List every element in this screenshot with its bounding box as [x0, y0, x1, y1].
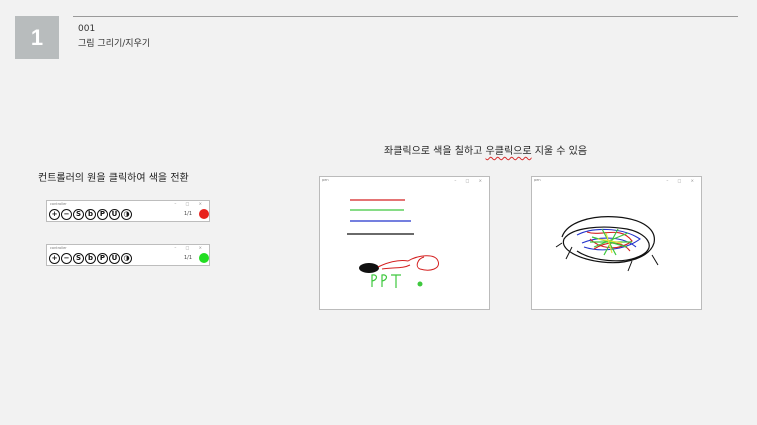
caption-controller: 컨트롤러의 원을 클릭하여 색을 전환 — [38, 173, 189, 184]
page-indicator: 1/1 — [184, 211, 193, 217]
back-icon[interactable]: b — [85, 253, 96, 264]
window-title: controller — [50, 246, 67, 250]
controller-window-red: controller – □ × + − S b P U ◑ 1/1 — [46, 200, 210, 222]
green-ppt-text — [371, 274, 401, 288]
page-indicator: 1/1 — [184, 255, 193, 261]
pen-icon[interactable]: P — [97, 209, 108, 220]
plus-icon[interactable]: + — [49, 253, 60, 264]
black-blob — [359, 263, 379, 273]
save-icon[interactable]: S — [73, 253, 84, 264]
slide-code: 001 — [78, 24, 96, 34]
titlebar: controller – □ × — [47, 245, 209, 251]
undo-icon[interactable]: U — [109, 209, 120, 220]
drawing-canvas[interactable] — [320, 177, 489, 309]
green-dot — [417, 281, 423, 287]
window-controls[interactable]: – □ × — [174, 201, 206, 207]
caption-left-right-click: 좌클릭으로 색을 칠하고 우클릭으로 지울 수 있음 — [384, 142, 587, 157]
scribble-canvas[interactable] — [532, 177, 701, 309]
titlebar: controller – □ × — [47, 201, 209, 207]
minus-icon[interactable]: − — [61, 209, 72, 220]
header-divider — [73, 16, 738, 17]
plus-icon[interactable]: + — [49, 209, 60, 220]
eraser-icon[interactable]: ◑ — [121, 209, 132, 220]
window-title: controller — [50, 202, 67, 206]
red-scribble — [377, 255, 439, 271]
minus-icon[interactable]: − — [61, 253, 72, 264]
back-icon[interactable]: b — [85, 209, 96, 220]
caption-part-1: 좌클릭으로 색을 칠하고 — [384, 146, 486, 157]
controller-buttons: + − S b P U ◑ — [49, 253, 132, 264]
caption-part-3: 지울 수 있음 — [531, 146, 588, 157]
color-toggle-circle[interactable] — [199, 253, 209, 263]
color-toggle-circle[interactable] — [199, 209, 209, 219]
canvas-window-drawing: pen – □ × — [319, 176, 490, 310]
eraser-icon[interactable]: ◑ — [121, 253, 132, 264]
controller-buttons: + − S b P U ◑ — [49, 209, 132, 220]
slide-subtitle: 그림 그리기/지우기 — [78, 39, 151, 49]
undo-icon[interactable]: U — [109, 253, 120, 264]
window-controls[interactable]: – □ × — [174, 245, 206, 251]
save-icon[interactable]: S — [73, 209, 84, 220]
slide-number-badge: 1 — [15, 16, 59, 59]
pen-icon[interactable]: P — [97, 253, 108, 264]
caption-part-underlined: 우클릭으로 — [485, 146, 532, 157]
slide-number: 1 — [30, 24, 44, 50]
canvas-window-scribble: pen – □ × — [531, 176, 702, 310]
controller-window-green: controller – □ × + − S b P U ◑ 1/1 — [46, 244, 210, 266]
